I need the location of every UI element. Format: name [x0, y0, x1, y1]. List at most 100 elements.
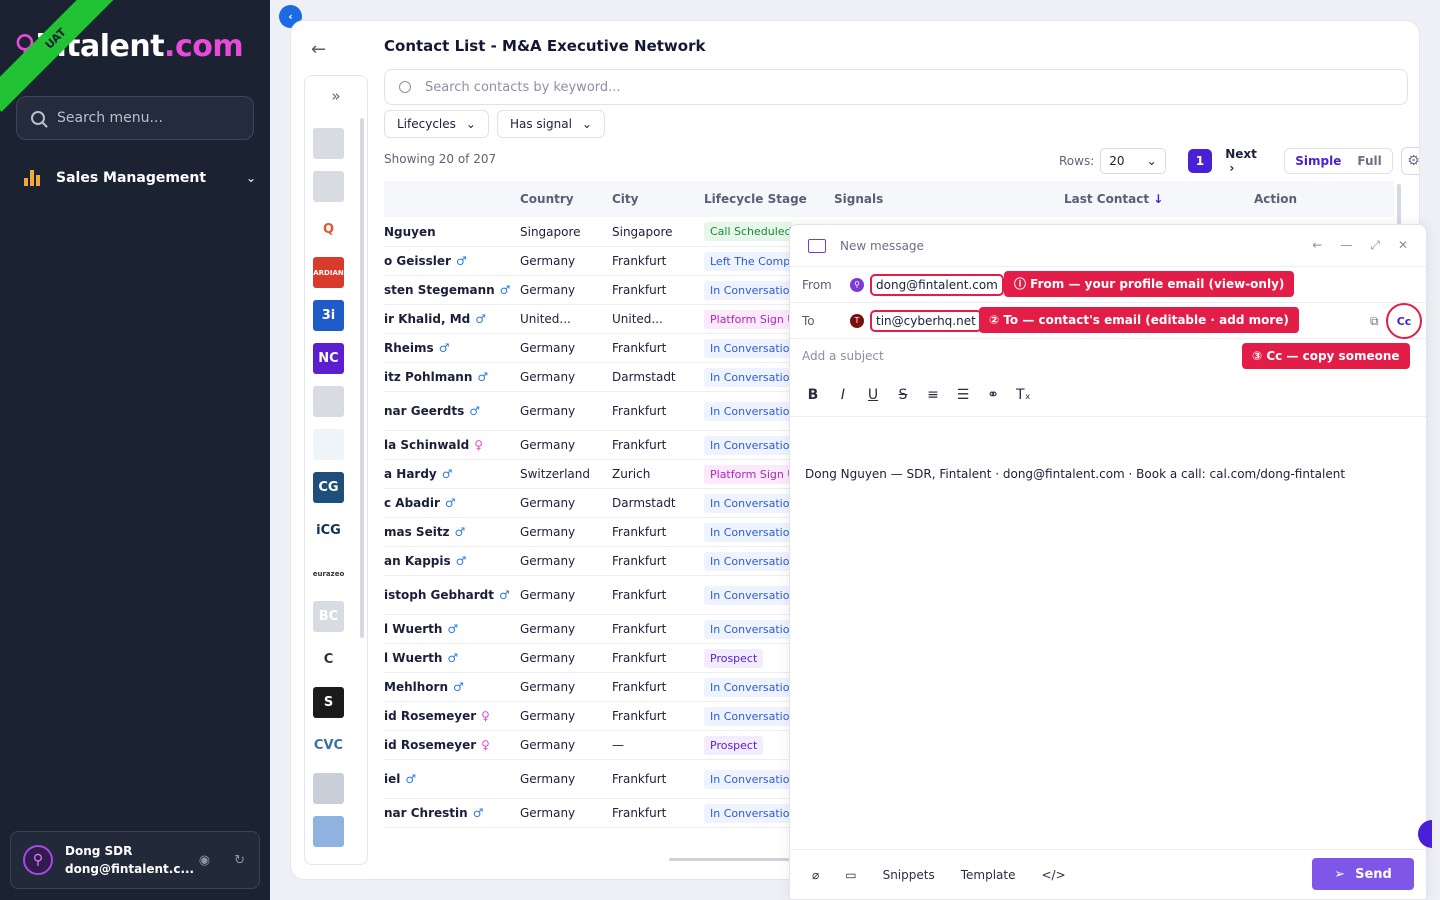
snippets-button[interactable]: Snippets — [883, 868, 935, 882]
lifecycle-badge[interactable]: In Conversation — [704, 493, 792, 513]
logout-icon[interactable]: ↻ — [234, 853, 245, 868]
gear-icon[interactable]: ⚙ — [1400, 147, 1419, 175]
lifecycle-badge[interactable]: In Conversation — [704, 585, 792, 605]
lifecycle-badge[interactable]: In Conversation — [704, 338, 792, 358]
contact-name[interactable]: c Abadir ♂ — [384, 496, 520, 510]
simple-mode-button[interactable]: Simple — [1295, 154, 1341, 168]
company-logo[interactable]: CG — [313, 472, 344, 503]
lifecycle-badge[interactable]: In Conversation — [704, 401, 792, 421]
contact-name[interactable]: mas Seitz ♂ — [384, 525, 520, 539]
code-icon[interactable]: </> — [1041, 868, 1065, 882]
close-icon[interactable]: ✕ — [1398, 238, 1408, 253]
lifecycle-badge[interactable]: Prospect — [704, 648, 764, 668]
expand-icon[interactable]: ⤢ — [1370, 238, 1380, 253]
contact-name[interactable]: l Wuerth ♂ — [384, 651, 520, 665]
lifecycles-filter[interactable]: Lifecycles ⌄ — [384, 110, 489, 138]
full-mode-button[interactable]: Full — [1357, 154, 1381, 168]
contact-name[interactable]: o Geissler ♂ — [384, 254, 520, 268]
lifecycle-badge[interactable]: Call Scheduled — [704, 222, 792, 241]
lifecycle-badge[interactable]: In Conversation — [704, 769, 792, 789]
rail-scrollbar[interactable] — [360, 118, 364, 638]
company-logo[interactable] — [313, 386, 344, 417]
lifecycle-badge[interactable]: Platform Sign U — [704, 309, 792, 329]
company-logo[interactable] — [313, 773, 344, 804]
lifecycle-badge[interactable]: In Conversation — [704, 551, 792, 571]
company-logo[interactable] — [313, 816, 344, 847]
lifecycle-badge[interactable]: In Conversation — [704, 803, 792, 823]
underline-icon[interactable]: U — [866, 387, 880, 403]
lifecycle-badge[interactable]: In Conversation — [704, 706, 792, 726]
contact-name[interactable]: nar Geerdts ♂ — [384, 404, 520, 418]
contact-name[interactable]: ir Khalid, Md ♂ — [384, 312, 520, 326]
contact-name[interactable]: id Rosemeyer ♀ — [384, 738, 520, 752]
lifecycle-badge[interactable]: In Conversation — [704, 677, 792, 697]
col-country[interactable]: Country — [520, 192, 612, 206]
lifecycle-badge[interactable]: In Conversation — [704, 367, 792, 387]
contact-name[interactable]: l Wuerth ♂ — [384, 622, 520, 636]
next-page-button[interactable]: Next › — [1225, 147, 1266, 175]
menu-search-input[interactable]: Search menu... — [16, 96, 254, 140]
link-icon[interactable]: ⚭ — [986, 387, 1000, 403]
expand-rail-icon[interactable]: » — [305, 76, 367, 116]
company-logo[interactable]: eurazeo — [313, 558, 344, 589]
clear-format-icon[interactable]: Tₓ — [1016, 387, 1031, 403]
company-logo[interactable]: ARDIAN — [313, 257, 344, 288]
rows-select[interactable]: 20 ⌄ — [1100, 148, 1166, 174]
company-logo[interactable]: BC — [313, 601, 344, 632]
contact-name[interactable]: Rheims ♂ — [384, 341, 520, 355]
bullet-list-icon[interactable]: ☰ — [956, 387, 970, 403]
folder-icon[interactable]: ▭ — [845, 868, 856, 882]
strikethrough-icon[interactable]: S — [896, 387, 910, 403]
contact-name[interactable]: nar Chrestin ♂ — [384, 806, 520, 820]
contact-search-input[interactable]: Search contacts by keyword... — [384, 69, 1408, 105]
contact-name[interactable]: a Hardy ♂ — [384, 467, 520, 481]
page-1-button[interactable]: 1 — [1187, 149, 1213, 173]
contact-name[interactable]: Nguyen — [384, 225, 520, 239]
message-body[interactable]: Dong Nguyen — SDR, Fintalent · dong@fint… — [805, 467, 1345, 481]
sidebar-item-sales-management[interactable]: Sales Management ⌄ — [24, 166, 256, 190]
ordered-list-icon[interactable]: ≡ — [926, 387, 940, 403]
copy-icon[interactable]: ⧉ — [1370, 314, 1379, 329]
contact-name[interactable]: sten Stegemann ♂ — [384, 283, 520, 297]
company-logo[interactable] — [313, 128, 344, 159]
company-logo[interactable]: NC — [313, 343, 344, 374]
col-lifecycle[interactable]: Lifecycle Stage — [704, 192, 834, 206]
avatar[interactable]: ⚲ — [23, 845, 53, 875]
lifecycle-badge[interactable]: Left The Compa — [704, 251, 792, 271]
contact-name[interactable]: iel ♂ — [384, 772, 520, 786]
company-logo[interactable]: iCG — [313, 515, 344, 546]
company-logo[interactable] — [313, 171, 344, 202]
contact-name[interactable]: itz Pohlmann ♂ — [384, 370, 520, 384]
lifecycle-badge[interactable]: In Conversation — [704, 280, 792, 300]
company-logo[interactable]: CVC — [313, 730, 344, 761]
has-signal-filter[interactable]: Has signal ⌄ — [496, 110, 605, 138]
template-button[interactable]: Template — [961, 868, 1016, 882]
col-signals[interactable]: Signals — [834, 192, 1064, 206]
cc-button[interactable]: Cc — [1386, 303, 1422, 339]
lifecycle-badge[interactable]: In Conversation — [704, 619, 792, 639]
italic-icon[interactable]: I — [836, 387, 850, 403]
lifecycle-badge[interactable]: In Conversation — [704, 522, 792, 542]
table-hscrollbar[interactable] — [669, 858, 809, 861]
company-logo[interactable] — [313, 429, 344, 460]
back-arrow-icon[interactable]: ← — [311, 39, 326, 60]
lifecycle-badge[interactable]: In Conversation — [704, 435, 792, 455]
col-city[interactable]: City — [612, 192, 704, 206]
back-arrow-icon[interactable]: ← — [1312, 238, 1322, 253]
to-email-chip[interactable]: tin@cyberhq.net — [870, 309, 982, 332]
col-last-contact[interactable]: Last Contact ↓ — [1064, 192, 1254, 206]
attach-icon[interactable]: ⌀ — [812, 868, 819, 882]
send-button[interactable]: ➢ Send — [1312, 858, 1414, 890]
contact-name[interactable]: istoph Gebhardt ♂ — [384, 588, 520, 602]
company-logo[interactable]: S — [313, 687, 344, 718]
contact-name[interactable]: id Rosemeyer ♀ — [384, 709, 520, 723]
lifecycle-badge[interactable]: Prospect — [704, 735, 764, 755]
contact-name[interactable]: Mehlhorn ♂ — [384, 680, 520, 694]
lifecycle-badge[interactable]: Platform Sign U — [704, 464, 792, 484]
contact-name[interactable]: an Kappis ♂ — [384, 554, 520, 568]
bold-icon[interactable]: B — [806, 387, 820, 403]
eye-icon[interactable]: ◉ — [199, 853, 210, 868]
minimize-icon[interactable]: — — [1340, 238, 1352, 253]
company-logo[interactable]: C — [313, 644, 344, 675]
company-logo[interactable]: Q — [313, 214, 344, 245]
